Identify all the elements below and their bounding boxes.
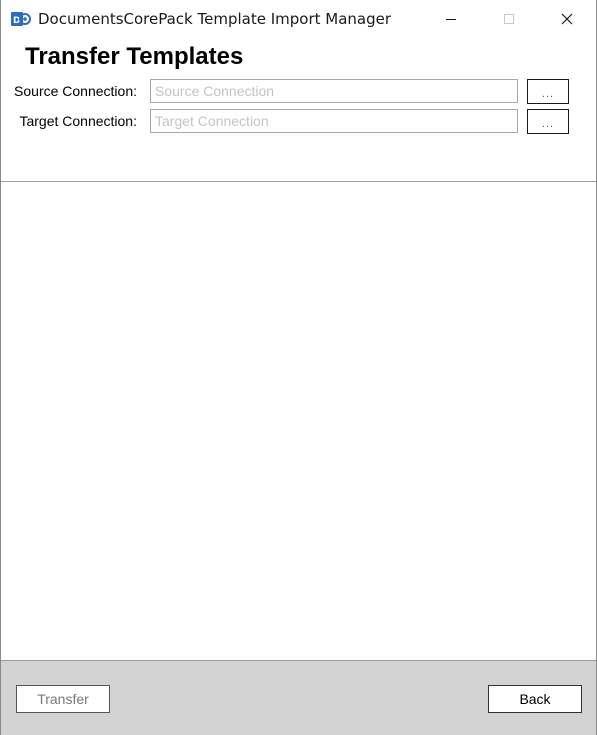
window-title: DocumentsCorePack Template Import Manage… — [38, 10, 392, 28]
close-button[interactable] — [538, 0, 596, 38]
footer-bar: Transfer Back — [1, 660, 596, 735]
target-connection-field[interactable] — [150, 109, 518, 133]
minimize-button[interactable] — [422, 0, 480, 38]
back-button[interactable]: Back — [488, 685, 582, 713]
minimize-icon — [445, 10, 457, 29]
maximize-icon — [503, 10, 515, 29]
page-title: Transfer Templates — [25, 43, 244, 70]
maximize-button[interactable] — [480, 0, 538, 38]
source-browse-button[interactable]: ... — [527, 79, 569, 104]
app-logo-icon: D — [11, 11, 31, 27]
title-bar[interactable]: D DocumentsCorePack Template Import Mana… — [1, 0, 596, 38]
source-connection-label: Source Connection: — [14, 83, 137, 99]
content-area — [1, 182, 596, 660]
close-icon — [561, 10, 573, 29]
target-browse-button[interactable]: ... — [527, 109, 569, 134]
header-panel: Transfer Templates Source Connection: ..… — [1, 38, 596, 182]
source-connection-field[interactable] — [150, 79, 518, 103]
transfer-button[interactable]: Transfer — [16, 685, 110, 713]
target-connection-label: Target Connection: — [19, 113, 137, 129]
import-manager-window: D DocumentsCorePack Template Import Mana… — [0, 0, 597, 735]
